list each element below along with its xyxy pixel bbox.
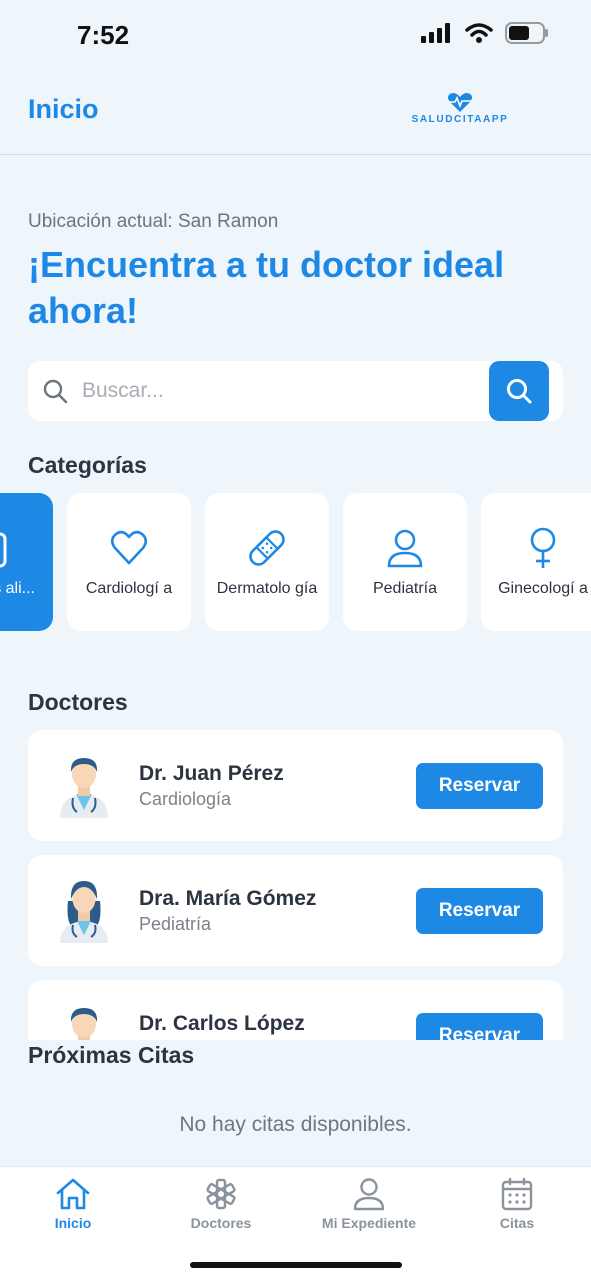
reserve-button[interactable]: Reservar — [416, 1013, 543, 1040]
battery-icon — [505, 22, 548, 44]
bandage-icon — [249, 530, 285, 566]
search-icon — [43, 379, 68, 404]
tab-label: Citas — [499, 1215, 535, 1231]
category-label: las ali... — [0, 580, 35, 597]
appointments-empty-message: No hay citas disponibles. — [179, 1113, 412, 1136]
signal-icon — [421, 23, 450, 43]
calendar-icon — [501, 1177, 533, 1211]
female-doctor-icon — [60, 881, 108, 943]
doctor-name: Dra. María Gómez — [139, 887, 317, 910]
person-icon — [387, 529, 423, 568]
category-label: Dermatolo gía — [216, 580, 318, 597]
clipboard-icon — [0, 532, 7, 568]
page-title: Inicio — [28, 94, 99, 124]
wifi-icon — [465, 23, 493, 43]
doctor-card[interactable]: Dr. Carlos López Reservar — [28, 980, 563, 1040]
heart-pulse-icon — [448, 93, 472, 112]
status-time: 7:52 — [77, 20, 130, 50]
brand-name: SALUDCITAAPP — [411, 114, 509, 125]
doctor-specialty: Cardiología — [139, 789, 232, 809]
search-input[interactable] — [82, 361, 482, 421]
home-icon — [56, 1178, 90, 1210]
brand-logo: SALUDCITAAPP — [404, 92, 516, 128]
search-bar — [28, 361, 563, 421]
doctors-list[interactable]: Dr. Juan Pérez Cardiología Reservar Dra.… — [0, 730, 591, 1040]
tab-label: Inicio — [54, 1215, 92, 1231]
category-dermatologia[interactable]: Dermatolo gía — [205, 493, 329, 631]
doctors-title: Doctores — [28, 689, 128, 715]
status-icons — [421, 22, 549, 44]
medical-asterisk-icon — [206, 1178, 236, 1210]
tab-inicio[interactable]: Inicio — [0, 1177, 148, 1231]
person-icon — [353, 1178, 385, 1211]
tab-label: Mi Expediente — [321, 1215, 417, 1231]
male-doctor-icon — [60, 758, 108, 818]
current-location: Ubicación actual: San Ramon — [28, 211, 279, 232]
category-ginecologia[interactable]: Ginecologí a — [481, 493, 591, 631]
doctor-card[interactable]: Dr. Juan Pérez Cardiología Reservar — [28, 730, 563, 841]
category-cardiologia[interactable]: Cardiologí a — [67, 493, 191, 631]
category-label: Ginecologí a — [498, 580, 588, 597]
category-label: Cardiologí a — [85, 580, 173, 597]
doctor-card[interactable]: Dra. María Gómez Pediatría Reservar — [28, 855, 563, 966]
reserve-button[interactable]: Reservar — [416, 763, 543, 809]
appointments-title: Próximas Citas — [28, 1042, 195, 1068]
doctor-specialty: Pediatría — [139, 914, 212, 934]
categories-title: Categorías — [28, 452, 147, 478]
doctor-name: Dr. Carlos López — [139, 1012, 305, 1035]
reserve-button[interactable]: Reservar — [416, 888, 543, 934]
male-doctor-icon — [70, 1008, 98, 1040]
category-label: Pediatría — [372, 580, 438, 597]
doctor-name: Dr. Juan Pérez — [139, 762, 284, 785]
tab-citas[interactable]: Citas — [442, 1177, 591, 1231]
status-bar: 7:52 — [0, 0, 591, 70]
tab-label: Doctores — [190, 1215, 252, 1231]
tab-doctores[interactable]: Doctores — [146, 1177, 296, 1231]
female-icon — [530, 527, 556, 568]
home-indicator — [190, 1262, 402, 1268]
category-all[interactable]: las ali... — [0, 493, 53, 631]
tab-mi-expediente[interactable]: Mi Expediente — [294, 1177, 444, 1231]
categories-carousel[interactable]: las ali... Cardiologí a Dermatolo gía — [0, 493, 591, 633]
nav-header: Inicio SALUDCITAAPP — [0, 70, 591, 155]
search-button[interactable] — [489, 361, 549, 421]
heart-icon — [110, 530, 148, 565]
hero-headline: ¡Encuentra a tu doctor ideal ahora! — [28, 244, 505, 331]
search-icon — [507, 379, 532, 404]
category-pediatria[interactable]: Pediatría — [343, 493, 467, 631]
